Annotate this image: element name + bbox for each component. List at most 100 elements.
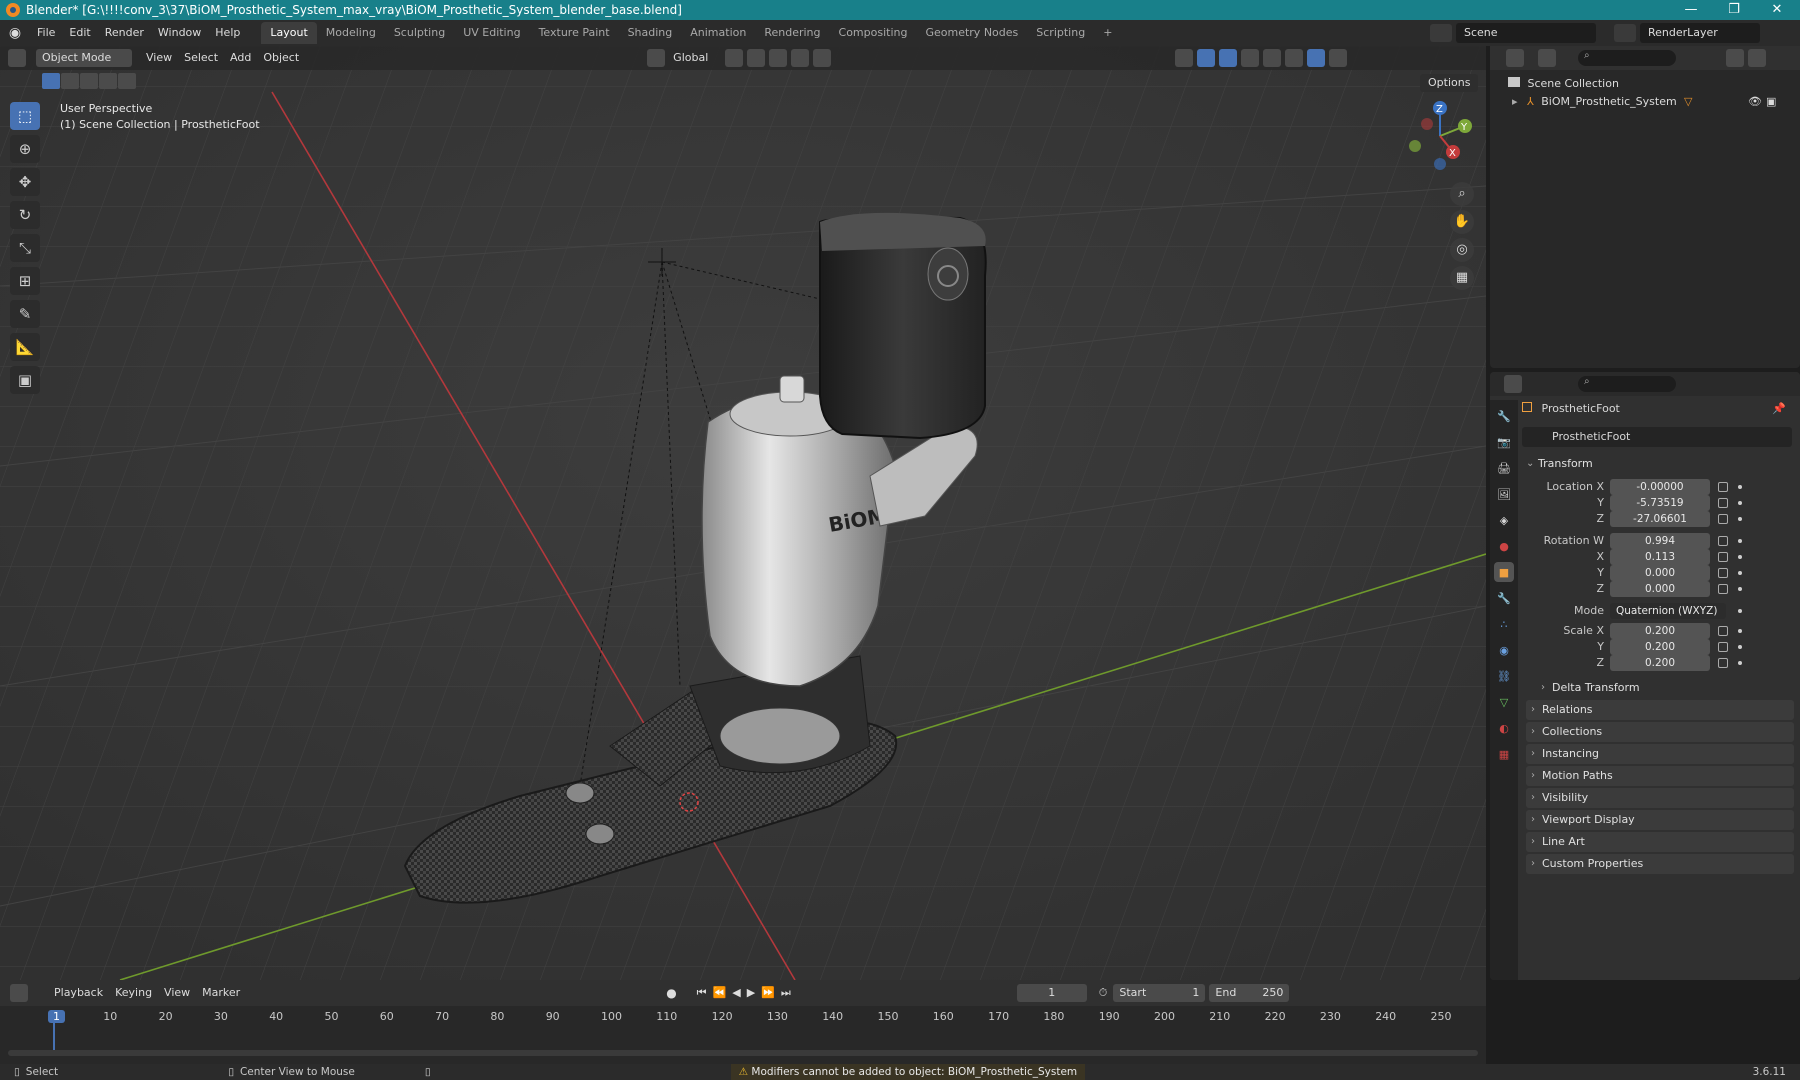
tab-rendering[interactable]: Rendering	[755, 22, 829, 44]
select-invert-icon[interactable]	[99, 73, 117, 89]
rotation-mode-dropdown[interactable]: Quaternion (WXYZ)	[1610, 603, 1726, 619]
navigation-gizmo[interactable]: Z Y X	[1395, 96, 1485, 176]
location-z-field[interactable]: -27.06601	[1610, 511, 1710, 527]
menu-edit[interactable]: Edit	[62, 20, 97, 46]
pivot-icon[interactable]	[725, 49, 744, 67]
keyframe-dot-icon[interactable]	[1738, 661, 1742, 665]
close-window-button[interactable]: ✕	[1756, 0, 1798, 20]
menu-keying[interactable]: Keying	[109, 984, 158, 1002]
menu-view[interactable]: View	[140, 49, 178, 67]
rotate-tool-icon[interactable]: ↻	[10, 201, 40, 229]
display-mode-icon[interactable]	[1538, 49, 1556, 67]
data-tab-icon[interactable]: ▽	[1494, 692, 1514, 712]
menu-timeline-view[interactable]: View	[158, 984, 196, 1002]
menu-select[interactable]: Select	[178, 49, 224, 67]
scene-field[interactable]: Scene	[1456, 23, 1596, 43]
move-tool-icon[interactable]: ✥	[10, 168, 40, 196]
select-box-tool-icon[interactable]: ⬚	[10, 102, 40, 130]
material-tab-icon[interactable]: ◐	[1494, 718, 1514, 738]
add-cube-tool-icon[interactable]: ▣	[10, 366, 40, 394]
scene-selector-icon[interactable]	[1430, 24, 1452, 42]
tab-animation[interactable]: Animation	[681, 22, 755, 44]
menu-file[interactable]: File	[30, 20, 62, 46]
modifier-filter-icon[interactable]: ▽	[1684, 92, 1692, 111]
pan-hand-icon[interactable]: ✋	[1450, 210, 1474, 234]
transform-orientation-dropdown[interactable]: Global	[667, 49, 723, 67]
tab-texture-paint[interactable]: Texture Paint	[530, 22, 619, 44]
expand-arrow-icon[interactable]: ▸	[1512, 95, 1518, 108]
cursor-tool-icon[interactable]: ⊕	[10, 135, 40, 163]
tab-modeling[interactable]: Modeling	[317, 22, 385, 44]
tab-shading[interactable]: Shading	[619, 22, 682, 44]
lock-icon[interactable]	[1718, 514, 1728, 524]
perspective-grid-icon[interactable]: ▦	[1450, 266, 1474, 290]
tool-tab-icon[interactable]: 🔧	[1494, 406, 1514, 426]
camera-view-icon[interactable]: ◎	[1450, 238, 1474, 262]
scale-z-field[interactable]: 0.200	[1610, 655, 1710, 671]
relations-panel[interactable]: › Relations	[1526, 700, 1794, 720]
3d-viewport[interactable]: BiOM Object Mode View Select Add Object …	[0, 46, 1486, 980]
view-layer-field[interactable]: RenderLayer	[1640, 23, 1760, 43]
start-frame-field[interactable]: Start 1	[1113, 984, 1206, 1002]
keyframe-dot-icon[interactable]	[1738, 517, 1742, 521]
menu-object[interactable]: Object	[257, 49, 305, 67]
object-name-field[interactable]: ProstheticFoot	[1522, 427, 1792, 447]
menu-render[interactable]: Render	[98, 20, 151, 46]
object-mode-dropdown[interactable]: Object Mode	[36, 49, 132, 67]
scene-collection-row[interactable]: Scene Collection	[1508, 74, 1619, 93]
lock-icon[interactable]	[1718, 584, 1728, 594]
select-extend-icon[interactable]	[61, 73, 79, 89]
scale-tool-icon[interactable]: ⤡	[10, 234, 40, 262]
wireframe-shading-icon[interactable]	[1263, 49, 1282, 67]
keyframe-dot-icon[interactable]	[1738, 587, 1742, 591]
tab-uv-editing[interactable]: UV Editing	[454, 22, 529, 44]
annotate-tool-icon[interactable]: ✎	[10, 300, 40, 328]
menu-marker[interactable]: Marker	[196, 984, 246, 1002]
add-workspace-button[interactable]: +	[1094, 22, 1121, 44]
output-tab-icon[interactable]: 🖨	[1494, 458, 1514, 478]
view-layer-icon[interactable]	[1614, 24, 1636, 42]
transform-panel-header[interactable]: ⌄ Transform	[1522, 454, 1794, 474]
select-intersect-icon[interactable]	[118, 73, 136, 89]
object-tab-icon[interactable]: ■	[1494, 562, 1514, 582]
texture-tab-icon[interactable]: ▦	[1494, 744, 1514, 764]
options-dropdown[interactable]: Options	[1420, 74, 1479, 92]
tab-compositing[interactable]: Compositing	[830, 22, 917, 44]
rotation-w-field[interactable]: 0.994	[1610, 533, 1710, 549]
menu-help[interactable]: Help	[208, 20, 247, 46]
outliner-editor-icon[interactable]	[1506, 49, 1524, 67]
minimize-button[interactable]: —	[1670, 0, 1712, 20]
physics-tab-icon[interactable]: ◉	[1494, 640, 1514, 660]
lock-icon[interactable]	[1718, 642, 1728, 652]
zoom-icon[interactable]: ⌕	[1450, 182, 1474, 206]
snap-target-icon[interactable]	[769, 49, 788, 67]
rotation-x-field[interactable]: 0.113	[1610, 549, 1710, 565]
outliner-item-biom[interactable]: ▸ ⅄ BiOM_Prosthetic_System ▽ 👁 ▣	[1512, 92, 1782, 111]
measure-tool-icon[interactable]: 📐	[10, 333, 40, 361]
view-layer-tab-icon[interactable]: 🖼	[1494, 484, 1514, 504]
location-y-field[interactable]: -5.73519	[1610, 495, 1710, 511]
select-subtract-icon[interactable]	[80, 73, 98, 89]
maximize-button[interactable]: ❐	[1713, 0, 1755, 20]
gizmo-toggle-icon[interactable]	[1197, 49, 1216, 67]
orientation-icon[interactable]	[647, 49, 666, 67]
keyframe-dot-icon[interactable]	[1738, 555, 1742, 559]
snap-icon[interactable]	[747, 49, 766, 67]
line-art-panel[interactable]: › Line Art	[1526, 832, 1794, 852]
keyframe-dot-icon[interactable]	[1738, 501, 1742, 505]
scene-tab-icon[interactable]: ◈	[1494, 510, 1514, 530]
proportional-edit-icon[interactable]	[791, 49, 810, 67]
scale-y-field[interactable]: 0.200	[1610, 639, 1710, 655]
keyframe-dot-icon[interactable]	[1738, 609, 1742, 613]
lock-icon[interactable]	[1718, 568, 1728, 578]
lock-icon[interactable]	[1718, 626, 1728, 636]
tab-scripting[interactable]: Scripting	[1027, 22, 1094, 44]
particles-tab-icon[interactable]: ∴	[1494, 614, 1514, 634]
playback-controls-icon[interactable]: ⏮⏪◀▶⏩⏭	[697, 986, 797, 1000]
blender-menu-icon[interactable]: ◉	[0, 25, 30, 41]
keyframe-dot-icon[interactable]	[1738, 539, 1742, 543]
xray-icon[interactable]	[1241, 49, 1260, 67]
keyframe-dot-icon[interactable]	[1738, 645, 1742, 649]
collections-panel[interactable]: › Collections	[1526, 722, 1794, 742]
constraints-tab-icon[interactable]: ⛓	[1494, 666, 1514, 686]
